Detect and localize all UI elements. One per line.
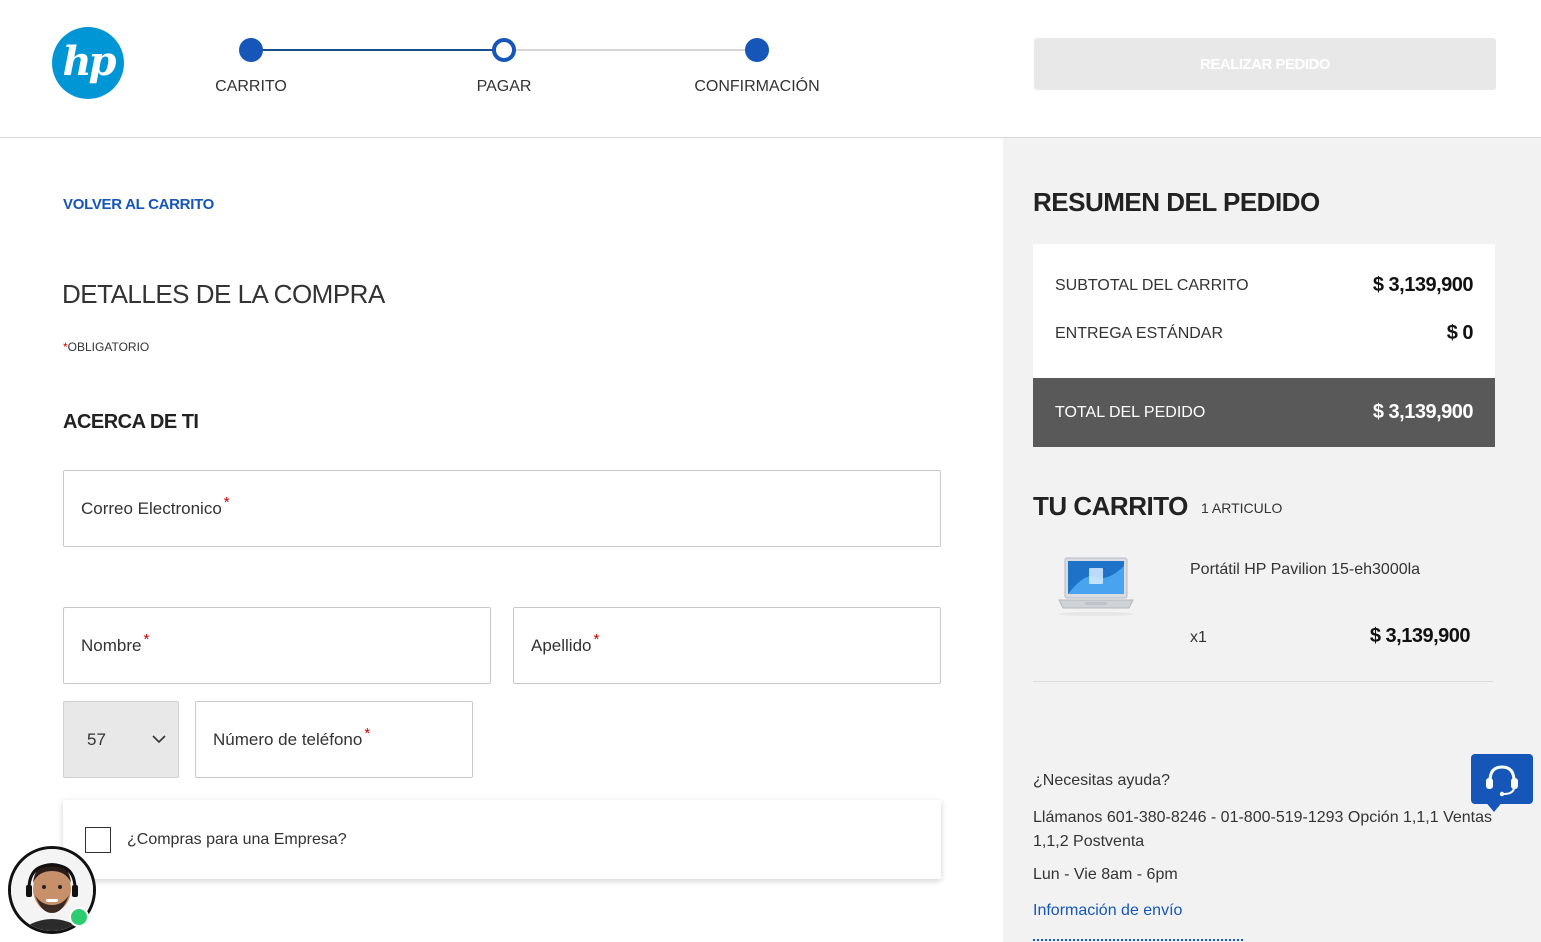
- phone-field[interactable]: Número de teléfono *: [195, 701, 473, 778]
- product-image[interactable]: [1055, 552, 1137, 622]
- help-hours: Lun - Vie 8am - 6pm: [1033, 866, 1178, 883]
- required-star: *: [143, 631, 150, 648]
- help-title: ¿Necesitas ayuda?: [1033, 772, 1170, 789]
- step-label-pay: PAGAR: [476, 78, 532, 95]
- step-dot-cart[interactable]: [239, 38, 263, 62]
- chat-support-button[interactable]: [1471, 754, 1533, 804]
- chevron-down-icon: [152, 735, 166, 744]
- more-help-link[interactable]: [1033, 936, 1243, 942]
- checkout-header: hp CARRITO PAGAR CONFIRMACIÓN REALIZAR P…: [0, 0, 1541, 138]
- chat-bubble-tail: [1484, 800, 1504, 812]
- back-to-cart-link[interactable]: VOLVER AL CARRITO: [63, 196, 214, 213]
- required-star: *: [223, 494, 230, 511]
- page-title: DETALLES DE LA COMPRA: [62, 279, 385, 309]
- shipping-value: $ 0: [1446, 322, 1474, 344]
- step-dot-confirm: [745, 38, 769, 62]
- total-value: $ 3,139,900: [1372, 401, 1474, 423]
- required-star: *: [364, 725, 371, 742]
- company-purchase-option[interactable]: ¿Compras para una Empresa?: [63, 800, 941, 879]
- step-dot-pay: [492, 38, 516, 62]
- required-note: *OBLIGATORIO: [63, 340, 149, 354]
- cart-divider: [1033, 681, 1493, 682]
- first-name-placeholder: Nombre: [81, 635, 142, 655]
- step-label-cart[interactable]: CARRITO: [215, 78, 287, 96]
- chat-support-icon: [1486, 765, 1518, 797]
- step-line-pending: [504, 49, 757, 51]
- step-line-complete: [251, 49, 504, 51]
- shipping-info-link[interactable]: Información de envío: [1033, 902, 1182, 920]
- product-name[interactable]: Portátil HP Pavilion 15-eh3000la: [1190, 561, 1420, 579]
- logo-text: hp: [62, 37, 116, 85]
- cart-count: 1 ARTICULO: [1201, 500, 1283, 516]
- email-field[interactable]: Correo Electronico *: [63, 470, 941, 547]
- subtotal-label: SUBTOTAL DEL CARRITO: [1055, 276, 1249, 294]
- help-phone-text: Llámanos 601-380-8246 - 01-800-519-1293 …: [1033, 809, 1492, 850]
- summary-card: SUBTOTAL DEL CARRITO $ 3,139,900 ENTREGA…: [1033, 244, 1495, 378]
- product-price: $ 3,139,900: [1369, 625, 1471, 647]
- total-label: TOTAL DEL PEDIDO: [1055, 403, 1206, 421]
- company-checkbox[interactable]: [85, 826, 111, 853]
- required-note-text: OBLIGATORIO: [67, 340, 150, 354]
- link-underline: [1033, 939, 1243, 941]
- step-label-confirm: CONFIRMACIÓN: [694, 78, 820, 95]
- country-code-select[interactable]: 57: [63, 701, 179, 778]
- shipping-row: ENTREGA ESTÁNDAR $ 0: [1055, 322, 1474, 345]
- subtotal-row: SUBTOTAL DEL CARRITO $ 3,139,900: [1055, 274, 1474, 297]
- section-title-about: ACERCA DE TI: [63, 411, 199, 433]
- phone-placeholder: Número de teléfono: [213, 729, 363, 749]
- required-star: *: [593, 631, 600, 648]
- email-placeholder: Correo Electronico: [81, 498, 222, 518]
- first-name-field[interactable]: Nombre *: [63, 607, 491, 684]
- last-name-field[interactable]: Apellido *: [513, 607, 941, 684]
- total-row: TOTAL DEL PEDIDO $ 3,139,900: [1033, 378, 1495, 447]
- cart-title: TU CARRITO: [1033, 491, 1188, 521]
- product-quantity: x1: [1190, 629, 1207, 646]
- laptop-image: [1058, 557, 1134, 616]
- hp-logo[interactable]: hp: [52, 27, 124, 99]
- last-name-placeholder: Apellido: [531, 635, 592, 655]
- shipping-label: ENTREGA ESTÁNDAR: [1055, 324, 1224, 342]
- subtotal-value: $ 3,139,900: [1372, 274, 1474, 296]
- online-status-dot: [69, 907, 89, 927]
- checkout-stepper: CARRITO PAGAR CONFIRMACIÓN: [210, 36, 830, 106]
- place-order-button[interactable]: REALIZAR PEDIDO: [1034, 38, 1496, 90]
- summary-title: RESUMEN DEL PEDIDO: [1033, 187, 1320, 217]
- company-checkbox-label[interactable]: ¿Compras para una Empresa?: [127, 831, 347, 849]
- country-code-value: 57: [87, 729, 106, 749]
